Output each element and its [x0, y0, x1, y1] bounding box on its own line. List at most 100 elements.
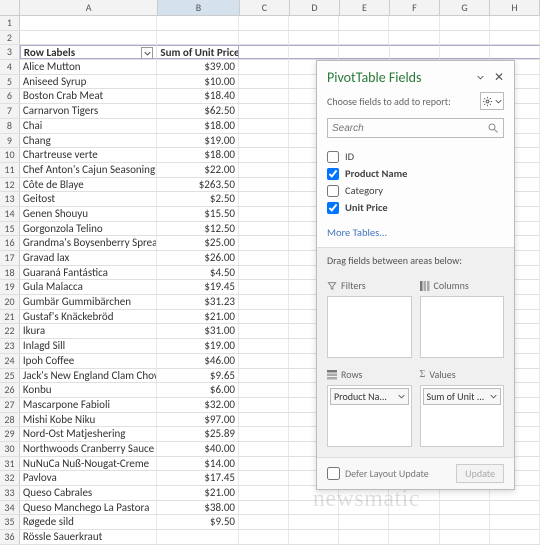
cell-value[interactable]: $4.50 — [157, 266, 239, 280]
cell-empty[interactable] — [239, 324, 289, 338]
area-values[interactable]: ΣValues Sum of Unit ... — [420, 366, 505, 447]
row-header-20[interactable]: 20 — [0, 295, 20, 309]
cell-product-name[interactable]: Pavlova — [20, 471, 157, 485]
cell-empty[interactable] — [339, 16, 389, 30]
cell-product-name[interactable]: Queso Cabrales — [20, 486, 157, 500]
cell-empty[interactable] — [239, 75, 289, 89]
cell-empty[interactable] — [239, 104, 289, 118]
update-button[interactable]: Update — [456, 464, 504, 483]
cell-value[interactable] — [157, 31, 239, 45]
row-header-17[interactable]: 17 — [0, 251, 20, 265]
cell-value[interactable]: $9.65 — [157, 369, 239, 383]
row-header-31[interactable]: 31 — [0, 457, 20, 471]
cell-empty[interactable] — [239, 280, 289, 294]
cell-empty[interactable] — [440, 45, 490, 59]
cell-empty[interactable] — [339, 31, 389, 45]
cell-empty[interactable] — [289, 16, 339, 30]
cell-value[interactable]: $14.00 — [157, 457, 239, 471]
values-header[interactable]: Sum of Unit Price — [157, 45, 239, 59]
cell-value[interactable]: $12.50 — [157, 222, 239, 236]
column-header-F[interactable]: F — [390, 0, 440, 15]
close-icon[interactable]: ✕ — [494, 70, 504, 85]
cell-value[interactable]: $9.50 — [157, 515, 239, 529]
row-header-26[interactable]: 26 — [0, 383, 20, 397]
cell-empty[interactable] — [239, 339, 289, 353]
cell-value[interactable]: $21.00 — [157, 486, 239, 500]
select-all-corner[interactable] — [0, 0, 20, 15]
row-header-3[interactable]: 3 — [0, 45, 20, 59]
cell-value[interactable]: $18.40 — [157, 89, 239, 103]
cell-empty[interactable] — [440, 515, 490, 529]
cell-product-name[interactable]: Nord-Ost Matjeshering — [20, 427, 157, 441]
cell-empty[interactable] — [239, 251, 289, 265]
cell-product-name[interactable]: Grandma's Boysenberry Spread — [20, 236, 157, 250]
cell-product-name[interactable]: Geitost — [20, 192, 157, 206]
row-header-13[interactable]: 13 — [0, 192, 20, 206]
cell-empty[interactable] — [239, 119, 289, 133]
search-input[interactable] — [332, 123, 487, 134]
cell-product-name[interactable]: Mascarpone Fabioli — [20, 398, 157, 412]
cell-product-name[interactable]: Ipoh Coffee — [20, 354, 157, 368]
cell-empty[interactable] — [239, 163, 289, 177]
cell-value[interactable]: $10.00 — [157, 75, 239, 89]
cell-product-name[interactable]: Northwoods Cranberry Sauce — [20, 442, 157, 456]
cell-value[interactable]: $21.00 — [157, 310, 239, 324]
cell-product-name[interactable]: Ikura — [20, 324, 157, 338]
cell-empty[interactable] — [239, 427, 289, 441]
area-pill[interactable]: Sum of Unit ... — [423, 388, 502, 405]
cell-empty[interactable] — [289, 45, 339, 59]
cell-empty[interactable] — [239, 178, 289, 192]
cell-empty[interactable] — [389, 530, 439, 544]
cell-product-name[interactable]: Aniseed Syrup — [20, 75, 157, 89]
field-item-category[interactable]: Category — [327, 182, 504, 199]
row-header-5[interactable]: 5 — [0, 75, 20, 89]
row-header-32[interactable]: 32 — [0, 471, 20, 485]
cell-empty[interactable] — [390, 45, 440, 59]
cell-empty[interactable] — [490, 530, 540, 544]
column-header-A[interactable]: A — [20, 0, 158, 15]
cell-empty[interactable] — [239, 60, 289, 74]
cell-product-name[interactable]: Côte de Blaye — [20, 178, 157, 192]
cell-empty[interactable] — [239, 31, 289, 45]
row-header-9[interactable]: 9 — [0, 134, 20, 148]
area-rows-body[interactable]: Product Na... — [327, 385, 412, 447]
more-tables-link[interactable]: More Tables... — [317, 222, 514, 247]
cell-product-name[interactable]: Chef Anton's Cajun Seasoning — [20, 163, 157, 177]
row-header-29[interactable]: 29 — [0, 427, 20, 441]
cell-empty[interactable] — [339, 45, 389, 59]
row-header-30[interactable]: 30 — [0, 442, 20, 456]
cell-value[interactable]: $39.00 — [157, 60, 239, 74]
cell-empty[interactable] — [440, 501, 490, 515]
field-item-id[interactable]: ID — [327, 148, 504, 165]
cell-value[interactable]: $38.00 — [157, 501, 239, 515]
cell-empty[interactable] — [239, 266, 289, 280]
defer-layout-input[interactable] — [327, 467, 340, 480]
row-header-4[interactable]: 4 — [0, 60, 20, 74]
cell-product-name[interactable] — [20, 31, 157, 45]
row-labels-header[interactable]: Row Labels — [20, 45, 158, 59]
cell-empty[interactable] — [239, 515, 289, 529]
row-header-6[interactable]: 6 — [0, 89, 20, 103]
row-header-1[interactable]: 1 — [0, 16, 20, 30]
cell-product-name[interactable]: NuNuCa Nuß-Nougat-Creme — [20, 457, 157, 471]
cell-empty[interactable] — [440, 530, 490, 544]
cell-empty[interactable] — [239, 16, 289, 30]
cell-empty[interactable] — [289, 501, 339, 515]
cell-empty[interactable] — [389, 16, 439, 30]
cell-empty[interactable] — [239, 457, 289, 471]
cell-value[interactable]: $19.00 — [157, 339, 239, 353]
cell-product-name[interactable]: Gravad lax — [20, 251, 157, 265]
field-checkbox[interactable] — [327, 151, 339, 163]
column-header-C[interactable]: C — [240, 0, 290, 15]
cell-product-name[interactable]: Gumbär Gummibärchen — [20, 295, 157, 309]
column-header-B[interactable]: B — [158, 0, 240, 15]
cell-value[interactable]: $31.00 — [157, 324, 239, 338]
cell-empty[interactable] — [239, 442, 289, 456]
row-header-22[interactable]: 22 — [0, 324, 20, 338]
cell-empty[interactable] — [239, 501, 289, 515]
cell-empty[interactable] — [239, 413, 289, 427]
row-header-16[interactable]: 16 — [0, 236, 20, 250]
area-columns[interactable]: Columns — [420, 277, 505, 358]
cell-value[interactable]: $46.00 — [157, 354, 239, 368]
cell-empty[interactable] — [239, 354, 289, 368]
